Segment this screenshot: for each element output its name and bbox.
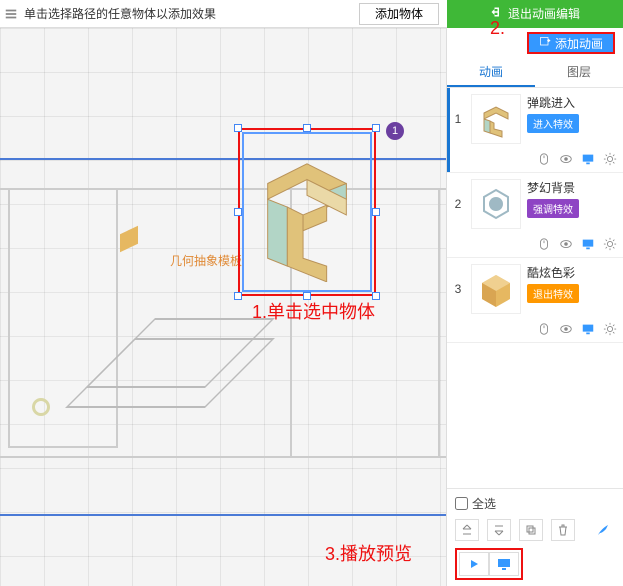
side-tabs: 动画 图层 (447, 58, 623, 88)
mouse-icon[interactable] (537, 152, 551, 166)
annotation-1: 1.单击选中物体 (252, 298, 375, 324)
resize-handle-r[interactable] (372, 208, 380, 216)
gear-icon[interactable] (603, 322, 617, 336)
tab-animation[interactable]: 动画 (447, 58, 535, 87)
exit-label: 退出动画编辑 (508, 5, 580, 22)
add-object-button[interactable]: 添加物体 (359, 3, 439, 25)
eye-icon[interactable] (559, 152, 573, 166)
effect-controls (537, 152, 617, 166)
action-row (455, 518, 615, 542)
delete-button[interactable] (551, 519, 575, 541)
effect-body: 酷炫色彩 退出特效 (527, 264, 617, 314)
effect-body: 弹跳进入 进入特效 (527, 94, 617, 144)
top-bar: 单击选择路径的任意物体以添加效果 添加物体 退出动画编辑 (0, 0, 623, 28)
preview-monitor-button[interactable] (489, 552, 519, 576)
bottom-bar: 全选 (447, 488, 623, 586)
main-area: 几何抽象模板 1 (0, 28, 623, 586)
annotation-3: 3.播放预览 (325, 540, 412, 566)
canvas-pane[interactable]: 几何抽象模板 1 (0, 28, 447, 586)
play-button[interactable] (459, 552, 489, 576)
decor-wire-2 (100, 338, 240, 408)
effect-index: 3 (451, 264, 465, 314)
mouse-icon[interactable] (537, 237, 551, 251)
effect-index: 1 (451, 94, 465, 144)
effect-controls (537, 237, 617, 251)
monitor-icon[interactable] (581, 152, 595, 166)
gear-icon[interactable] (603, 152, 617, 166)
move-down-button[interactable] (487, 519, 511, 541)
mouse-icon[interactable] (537, 322, 551, 336)
decor-cube-1 (120, 230, 138, 248)
effect-item-2[interactable]: 2 梦幻背景 强调特效 (447, 173, 623, 258)
resize-handle-l[interactable] (234, 208, 242, 216)
side-panel: 添加动画 动画 图层 1 弹跳进入 进入特效 (447, 28, 623, 586)
select-all-checkbox[interactable] (455, 497, 468, 510)
decor-ring-1 (32, 398, 50, 416)
effect-name: 酷炫色彩 (527, 264, 617, 281)
exit-animation-edit-button[interactable]: 退出动画编辑 (447, 0, 623, 28)
room-wall-left (8, 188, 118, 448)
preview-play-group (455, 548, 523, 580)
list-icon (4, 7, 18, 21)
top-hint-text: 单击选择路径的任意物体以添加效果 (24, 5, 216, 22)
eye-icon[interactable] (559, 322, 573, 336)
add-animation-button[interactable]: 添加动画 (527, 32, 615, 54)
resize-handle-tr[interactable] (372, 124, 380, 132)
effects-list: 1 弹跳进入 进入特效 2 (447, 88, 623, 488)
c-logo-graphic (248, 144, 366, 282)
top-hint-area: 单击选择路径的任意物体以添加效果 (0, 5, 359, 22)
resize-handle-bl[interactable] (234, 292, 242, 300)
effect-tag: 强调特效 (527, 199, 579, 218)
effect-body: 梦幻背景 强调特效 (527, 179, 617, 229)
effect-name: 梦幻背景 (527, 179, 617, 196)
effect-tag: 退出特效 (527, 284, 579, 303)
move-up-button[interactable] (455, 519, 479, 541)
effect-item-1[interactable]: 1 弹跳进入 进入特效 (447, 88, 623, 173)
effect-thumbnail (471, 179, 521, 229)
selection-index-badge: 1 (386, 122, 404, 140)
effect-tag: 进入特效 (527, 114, 579, 133)
effect-thumbnail (471, 264, 521, 314)
tab-layer[interactable]: 图层 (535, 58, 623, 87)
guide-line-top (0, 158, 446, 160)
brush-button[interactable] (591, 519, 615, 541)
guide-line-bottom (0, 514, 446, 516)
gear-icon[interactable] (603, 237, 617, 251)
monitor-icon[interactable] (581, 237, 595, 251)
add-animation-row: 添加动画 (447, 28, 623, 58)
add-animation-icon (539, 36, 551, 51)
effect-item-3[interactable]: 3 酷炫色彩 退出特效 (447, 258, 623, 343)
copy-button[interactable] (519, 519, 543, 541)
eye-icon[interactable] (559, 237, 573, 251)
add-animation-label: 添加动画 (555, 35, 603, 52)
select-all-row: 全选 (455, 495, 615, 512)
selected-object[interactable]: 1 (238, 128, 376, 296)
resize-handle-tl[interactable] (234, 124, 242, 132)
resize-handle-t[interactable] (303, 124, 311, 132)
select-all-label: 全选 (472, 495, 496, 512)
monitor-icon[interactable] (581, 322, 595, 336)
effect-controls (537, 322, 617, 336)
canvas-text-label: 几何抽象模板 (170, 252, 242, 269)
effect-index: 2 (451, 179, 465, 229)
effect-thumbnail (471, 94, 521, 144)
effect-name: 弹跳进入 (527, 94, 617, 111)
annotation-2: 2. (490, 18, 505, 39)
